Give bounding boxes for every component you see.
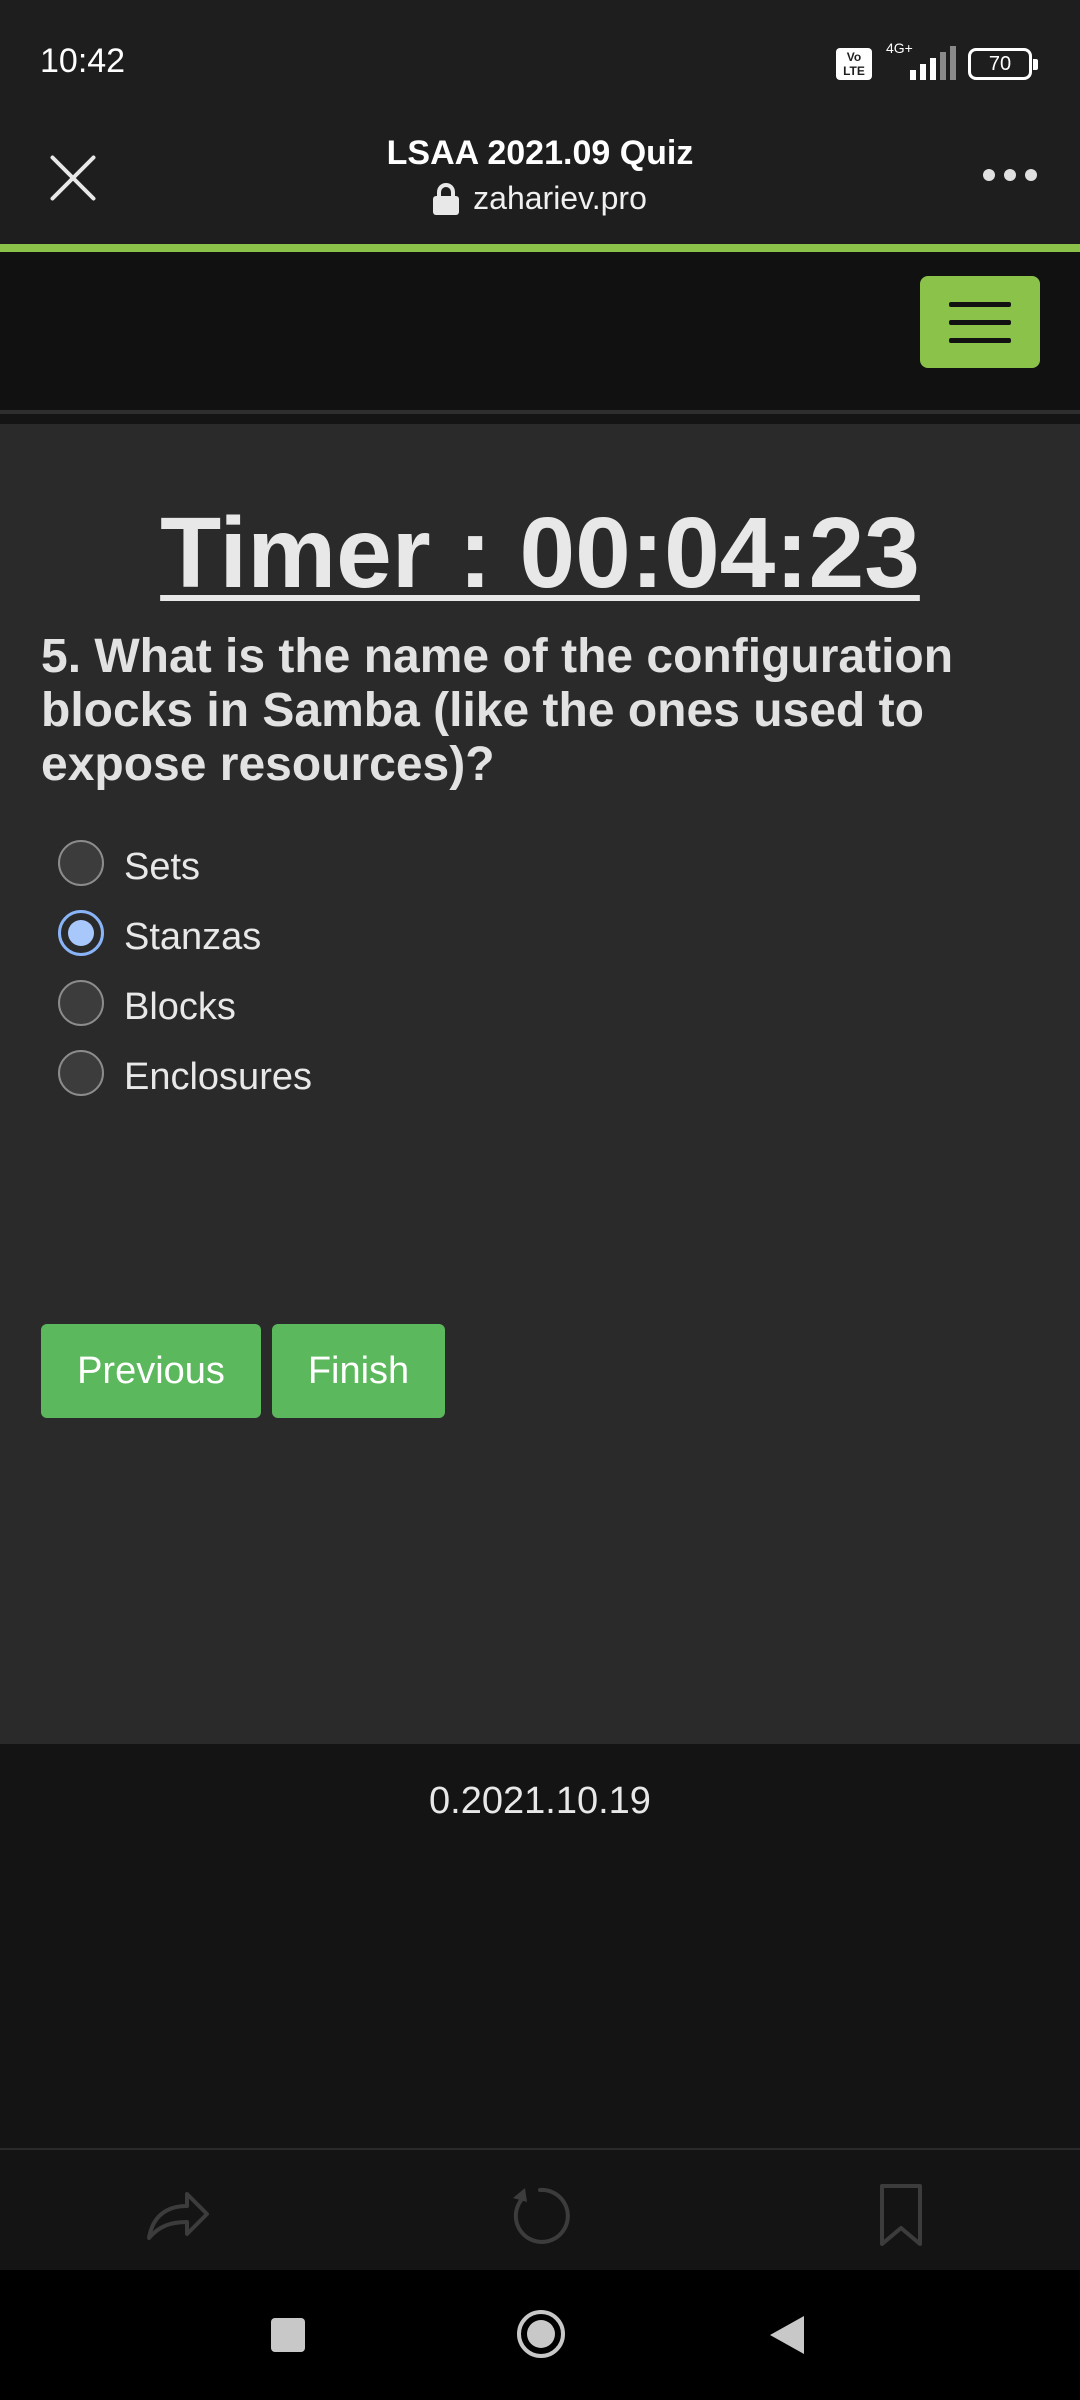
more-icon[interactable] [980,160,1040,190]
status-icons: Vo LTE 4G+ 70 [836,40,1038,84]
radio-button[interactable] [58,1050,104,1096]
previous-button[interactable]: Previous [41,1324,261,1418]
option-label: Enclosures [124,1055,312,1098]
recents-icon[interactable] [271,2318,305,2352]
status-time: 10:42 [40,42,126,80]
option-stanzas[interactable]: Stanzas [58,898,312,968]
page-url-row[interactable]: zahariev.pro [0,180,1080,217]
quiz-content: Timer : 00:04:23 5. What is the name of … [0,424,1080,1744]
radio-button-selected[interactable] [58,910,104,956]
answer-options: Sets Stanzas Blocks Enclosures [58,828,312,1108]
option-sets[interactable]: Sets [58,828,312,898]
lock-icon [433,182,460,215]
site-navbar [0,252,1080,414]
page-url: zahariev.pro [473,180,647,216]
page-footer: 0.2021.10.19 [0,1744,1080,2148]
volte-line2: LTE [843,64,865,78]
hamburger-menu-icon[interactable] [920,276,1040,368]
status-bar: 10:42 Vo LTE 4G+ 70 [0,0,1080,120]
option-label: Sets [124,845,201,888]
radio-button[interactable] [58,840,104,886]
page-load-progress [0,244,1080,252]
battery-icon: 70 [968,48,1038,80]
finish-button[interactable]: Finish [272,1324,445,1418]
version-label: 0.2021.10.19 [429,1780,651,1822]
question-text: 5. What is the name of the configuration… [41,630,954,791]
share-icon[interactable] [143,2180,213,2250]
option-enclosures[interactable]: Enclosures [58,1038,312,1108]
network-type: 4G+ [886,40,913,56]
quiz-buttons: Previous Finish [41,1324,445,1418]
option-label: Blocks [124,985,236,1028]
system-nav-bar [0,2270,1080,2400]
volte-icon: Vo LTE [836,48,872,80]
quiz-timer: Timer : 00:04:23 [160,497,920,609]
radio-button[interactable] [58,980,104,1026]
browser-toolbar: LSAA 2021.09 Quiz zahariev.pro [0,120,1080,244]
page-title: LSAA 2021.09 Quiz [386,134,694,172]
bookmark-icon[interactable] [866,2180,936,2250]
option-label: Stanzas [124,915,262,958]
option-blocks[interactable]: Blocks [58,968,312,1038]
battery-level: 70 [988,53,1012,75]
signal-icon: 4G+ [884,40,956,84]
home-icon[interactable] [517,2310,565,2358]
browser-bottom-bar [0,2148,1080,2270]
volte-line1: Vo [846,50,862,64]
refresh-icon[interactable] [505,2180,575,2250]
back-icon[interactable] [770,2316,804,2354]
